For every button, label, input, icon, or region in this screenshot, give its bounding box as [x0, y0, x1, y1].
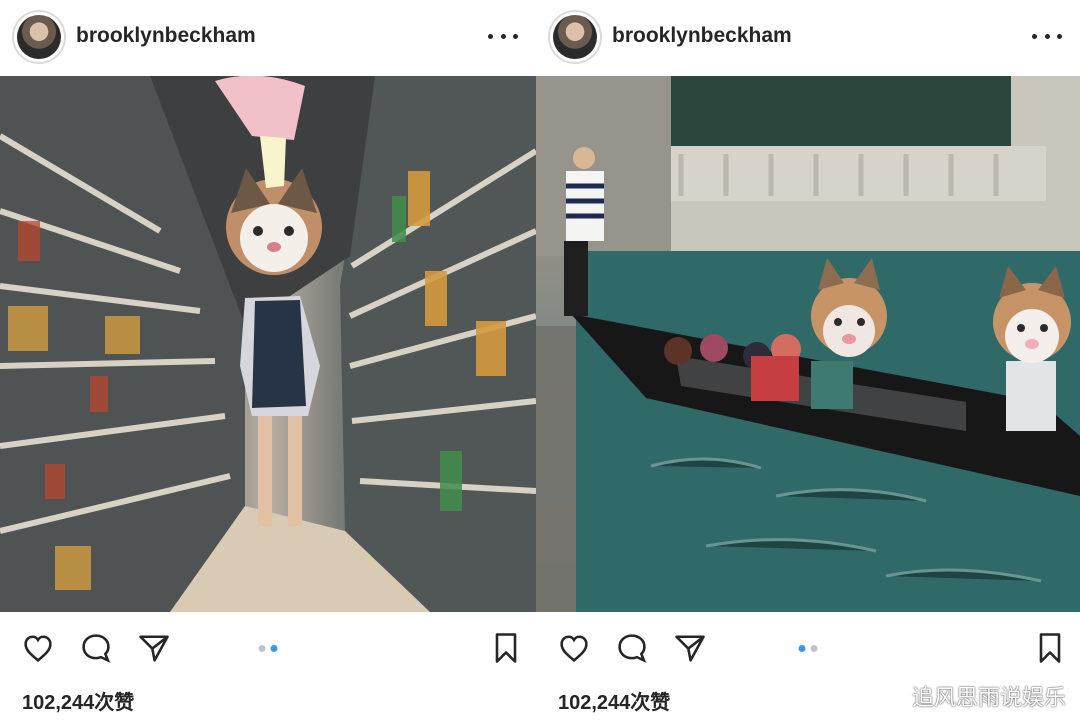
carousel-indicator [798, 645, 818, 652]
post-actions [536, 612, 1080, 676]
carousel-dot-2 [810, 645, 818, 652]
source-watermark: 追风思雨说娱乐 [911, 686, 1066, 711]
post-header: brooklynbeckham [0, 0, 536, 76]
comment-icon [618, 634, 647, 663]
supermarket-aisle-illustration [0, 76, 536, 612]
avatar-image [553, 15, 597, 59]
profile-avatar[interactable] [12, 10, 66, 64]
comment-button[interactable] [612, 628, 652, 668]
comment-button[interactable] [76, 628, 116, 668]
carousel-indicator [258, 645, 278, 652]
post-actions [0, 612, 536, 676]
send-icon [139, 635, 169, 662]
save-button[interactable] [1030, 628, 1070, 668]
like-count: 102,244次赞 [22, 692, 135, 714]
post-photo-supermarket [0, 76, 536, 612]
venice-gondola-illustration [536, 76, 1080, 612]
heart-icon [560, 635, 588, 663]
carousel-dot-1 [258, 645, 266, 652]
bookmark-icon [495, 633, 517, 663]
send-icon [675, 635, 705, 662]
profile-avatar[interactable] [548, 10, 602, 64]
carousel-dot-2-active [270, 645, 278, 652]
save-button[interactable] [486, 628, 526, 668]
like-button[interactable] [18, 628, 58, 668]
comment-icon [82, 634, 111, 663]
avatar-image [17, 15, 61, 59]
instagram-post-left: brooklynbeckham 102,244次赞 [0, 0, 536, 720]
heart-icon [24, 635, 52, 663]
username-link[interactable]: brooklynbeckham [76, 24, 256, 48]
share-button[interactable] [670, 628, 710, 668]
share-button[interactable] [134, 628, 174, 668]
more-options-icon[interactable] [1032, 26, 1062, 46]
post-photo-venice-gondola [536, 76, 1080, 612]
like-count: 102,244次赞 [558, 692, 671, 714]
carousel-dot-1-active [798, 645, 806, 652]
instagram-post-right: brooklynbeckham 102,244次赞 [536, 0, 1080, 720]
like-button[interactable] [554, 628, 594, 668]
more-options-icon[interactable] [488, 26, 518, 46]
bookmark-icon [1039, 633, 1061, 663]
username-link[interactable]: brooklynbeckham [612, 24, 792, 48]
post-header: brooklynbeckham [536, 0, 1080, 76]
